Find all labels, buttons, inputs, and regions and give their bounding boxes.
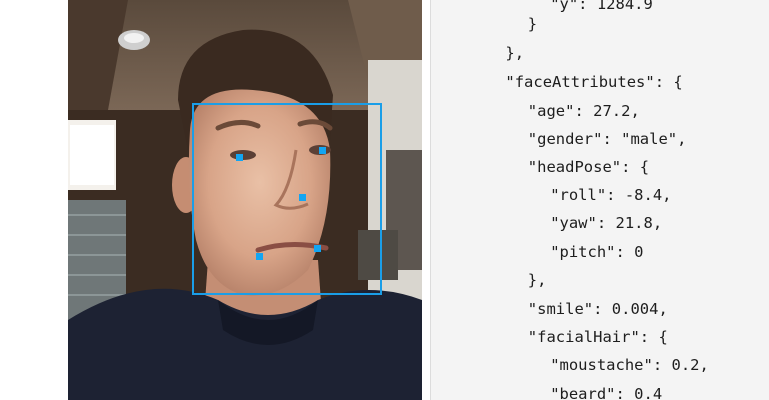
landmark-mouth-right	[314, 245, 321, 252]
landmark-nose-tip	[299, 194, 306, 201]
code-line: "pitch": 0	[550, 243, 644, 261]
code-line: "gender": "male",	[527, 130, 687, 148]
code-line: }	[527, 15, 538, 33]
landmark-mouth-left	[256, 253, 263, 260]
landmark-right-pupil	[319, 147, 326, 154]
code-line: "y": 1284.9	[550, 0, 653, 13]
code-line: "smile": 0.004,	[527, 300, 668, 318]
code-line: },	[505, 44, 525, 62]
face-rectangle	[192, 103, 382, 295]
landmark-left-pupil	[236, 154, 243, 161]
code-line: "yaw": 21.8,	[550, 214, 663, 232]
json-result-panel[interactable]: "y": 1284.9 } }, "faceAttributes": { "ag…	[430, 0, 769, 400]
code-line: },	[527, 271, 547, 289]
code-line: "beard": 0.4	[550, 385, 663, 400]
code-line: "faceAttributes": {	[505, 73, 683, 91]
code-line: "facialHair": {	[527, 328, 668, 346]
code-line: "age": 27.2,	[527, 102, 640, 120]
code-line: "moustache": 0.2,	[550, 356, 709, 374]
code-line: "headPose": {	[527, 158, 650, 176]
json-code-block: "y": 1284.9 } }, "faceAttributes": { "ag…	[431, 0, 769, 400]
analyzed-photo	[68, 0, 422, 400]
code-line: "roll": -8.4,	[550, 186, 672, 204]
